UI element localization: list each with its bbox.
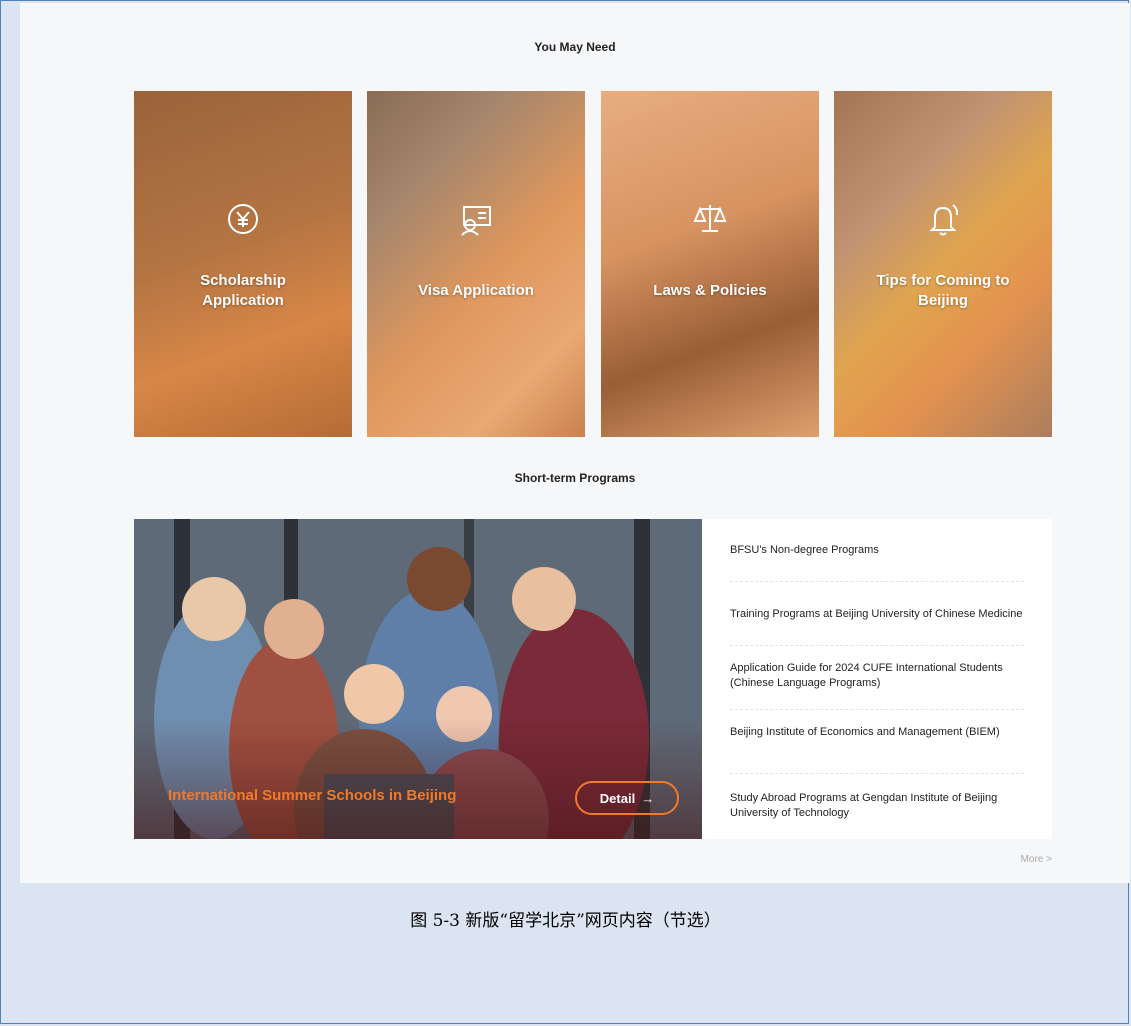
web-page: You May Need Scholarship Application Vis… bbox=[20, 3, 1130, 883]
card-label: Tips for Coming to Beijing bbox=[876, 272, 1010, 309]
section-title-short-term-programs: Short-term Programs bbox=[514, 471, 636, 485]
list-item[interactable]: BFSU's Non-degree Programs bbox=[730, 543, 1030, 558]
banner-shade bbox=[134, 719, 702, 839]
arrow-right-icon: → bbox=[641, 790, 655, 806]
card-overlay bbox=[367, 91, 585, 437]
card-laws-policies[interactable]: Laws & Policies bbox=[601, 91, 819, 437]
card-visa-application[interactable]: Visa Application bbox=[367, 91, 585, 437]
figure-caption: 图 5-3 新版“留学北京”网页内容（节选） bbox=[410, 911, 721, 931]
divider bbox=[730, 773, 1024, 774]
card-overlay bbox=[601, 91, 819, 437]
card-scholarship-application[interactable]: Scholarship Application bbox=[134, 91, 352, 437]
more-link[interactable]: More > bbox=[1021, 854, 1052, 865]
list-item[interactable]: Training Programs at Beijing University … bbox=[730, 607, 1030, 622]
divider bbox=[730, 645, 1024, 646]
card-label: Scholarship Application bbox=[200, 272, 286, 309]
yuan-coin-icon bbox=[228, 204, 258, 234]
card-overlay bbox=[834, 91, 1052, 437]
id-card-icon bbox=[461, 206, 491, 236]
promo-title[interactable]: International Summer Schools in Beijing bbox=[168, 787, 456, 804]
section-title-you-may-need: You May Need bbox=[534, 40, 616, 54]
detail-label: Detail bbox=[599, 790, 636, 806]
program-list: BFSU's Non-degree Programs Training Prog… bbox=[702, 519, 1052, 839]
card-tips-for-coming-to-beijing[interactable]: Tips for Coming to Beijing bbox=[834, 91, 1052, 437]
card-overlay bbox=[134, 91, 352, 437]
divider bbox=[730, 709, 1024, 710]
bell-icon bbox=[929, 204, 959, 236]
list-item[interactable]: Study Abroad Programs at Gengdan Institu… bbox=[730, 791, 1030, 821]
scales-icon bbox=[693, 205, 727, 232]
detail-button[interactable]: Detail → bbox=[575, 781, 679, 815]
list-item[interactable]: Application Guide for 2024 CUFE Internat… bbox=[730, 661, 1030, 691]
promo-banner[interactable]: International Summer Schools in Beijing … bbox=[134, 519, 702, 839]
card-label: Visa Application bbox=[418, 282, 534, 299]
quick-links: Scholarship Application Visa Application… bbox=[134, 91, 1052, 437]
card-label: Laws & Policies bbox=[653, 282, 767, 299]
divider bbox=[730, 581, 1024, 582]
list-item[interactable]: Beijing Institute of Economics and Manag… bbox=[730, 725, 1030, 740]
